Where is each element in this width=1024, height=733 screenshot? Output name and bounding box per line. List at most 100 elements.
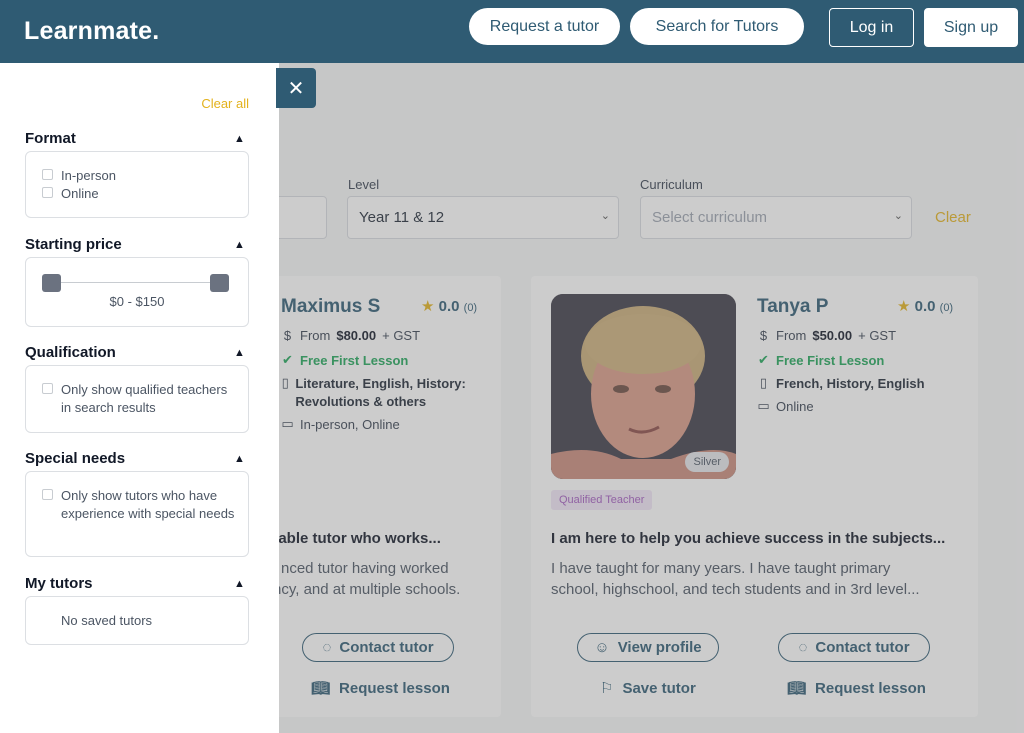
price-box: $0 - $150 <box>25 257 249 327</box>
price-prefix: From <box>776 328 807 343</box>
free-lesson-text: Free First Lesson <box>300 352 409 368</box>
contact-tutor-button[interactable]: ◌ Contact tutor <box>778 633 930 662</box>
view-profile-button[interactable]: ☺ View profile <box>577 633 719 662</box>
tutor-rating: ★ 0.0 (0) <box>897 297 953 315</box>
tier-badge: Silver <box>685 452 729 472</box>
book-open-icon: 📖︎ <box>311 680 331 697</box>
free-lesson-row: ✔ Free First Lesson <box>281 352 408 368</box>
format-title[interactable]: Format <box>25 130 76 147</box>
level-select[interactable]: Year 11 & 12 ⌄ <box>347 196 619 239</box>
format-option-in-person[interactable]: In-person <box>42 167 116 185</box>
subjects-text: French, History, English <box>776 375 925 391</box>
my-tutors-title[interactable]: My tutors <box>25 575 93 592</box>
view-profile-label: View profile <box>617 639 702 656</box>
dollar-icon: $ <box>283 328 292 343</box>
price-max-handle[interactable] <box>210 274 229 292</box>
chat-icon: ◌ <box>798 639 808 656</box>
mode-text: In-person, Online <box>300 416 400 432</box>
subjects-text: Literature, English, History: Revolution… <box>295 376 466 409</box>
free-lesson-row: ✔ Free First Lesson <box>757 352 884 368</box>
level-value: Year 11 & 12 <box>359 209 445 226</box>
special-needs-option[interactable]: Only show tutors who have experience wit… <box>42 487 238 523</box>
option-label: Online <box>61 186 99 201</box>
clear-all-link[interactable]: Clear all <box>201 96 249 111</box>
chevron-up-icon[interactable]: ▲ <box>234 453 245 465</box>
chat-icon: ▭ <box>281 416 294 431</box>
tutor-headline: I am here to help you achieve success in… <box>551 530 946 547</box>
tutor-photo[interactable]: Silver <box>551 294 736 479</box>
request-tutor-button[interactable]: Request a tutor <box>469 8 620 45</box>
dollar-icon: $ <box>759 328 768 343</box>
format-option-online[interactable]: Online <box>42 185 99 203</box>
price-value: $50.00 <box>812 328 853 343</box>
curriculum-placeholder: Select curriculum <box>652 209 768 226</box>
qualification-title[interactable]: Qualification <box>25 344 116 361</box>
chevron-up-icon[interactable]: ▲ <box>234 578 245 590</box>
chat-icon: ◌ <box>322 639 332 656</box>
mode-row: ▭ Online <box>757 398 814 414</box>
tutor-rating: ★ 0.0 (0) <box>421 297 477 315</box>
checkbox[interactable] <box>42 169 53 180</box>
search-tutors-button[interactable]: Search for Tutors <box>630 8 804 45</box>
mode-row: ▭ In-person, Online <box>281 416 400 432</box>
chevron-up-icon[interactable]: ▲ <box>234 347 245 359</box>
filter-sidebar: Clear all Format ▲ In-person Online Star… <box>0 63 279 733</box>
clear-filters-link[interactable]: Clear <box>935 209 971 226</box>
book-open-icon: 📖︎ <box>787 680 807 697</box>
contact-tutor-button[interactable]: ◌ Contact tutor <box>302 633 454 662</box>
subjects-row: ▯ Literature, English, History: Revoluti… <box>281 375 491 411</box>
free-lesson-text: Free First Lesson <box>776 352 885 368</box>
contact-label: Contact tutor <box>339 639 434 656</box>
request-lesson-link[interactable]: 📖︎ Request lesson <box>311 679 450 698</box>
chevron-up-icon[interactable]: ▲ <box>234 133 245 145</box>
save-tutor-link[interactable]: ⚐ Save tutor <box>600 679 696 698</box>
bookmark-icon: ⚐ <box>600 680 614 697</box>
price-value: $80.00 <box>336 328 377 343</box>
tutor-name[interactable]: Maximus S <box>281 296 380 318</box>
top-nav: Learnmate. Request a tutor Search for Tu… <box>0 0 1024 63</box>
option-label: Only show tutors who have experience wit… <box>61 488 235 521</box>
level-label: Level <box>348 177 380 192</box>
check-circle-icon: ✔ <box>758 352 769 367</box>
checkbox[interactable] <box>42 489 53 500</box>
request-lesson-link[interactable]: 📖︎ Request lesson <box>787 679 926 698</box>
special-needs-box: Only show tutors who have experience wit… <box>25 471 249 557</box>
check-circle-icon: ✔ <box>282 352 293 367</box>
tutor-description: I have taught for many years. I have tau… <box>551 558 920 600</box>
tutor-name[interactable]: Tanya P <box>757 296 828 318</box>
desc-line: school, highschool, and tech students an… <box>551 581 920 598</box>
tutor-description: nced tutor having worked ncy, and at mul… <box>273 558 460 600</box>
tutor-headline: eable tutor who works... <box>270 530 441 547</box>
checkbox[interactable] <box>42 383 53 394</box>
subjects-row: ▯ French, History, English <box>757 375 925 391</box>
logo[interactable]: Learnmate. <box>24 17 159 46</box>
user-icon: ☺ <box>594 639 610 656</box>
qualified-teacher-badge: Qualified Teacher <box>551 490 653 510</box>
special-needs-title[interactable]: Special needs <box>25 450 125 467</box>
price-min-handle[interactable] <box>42 274 61 292</box>
review-count: (0) <box>939 302 954 314</box>
request-label: Request lesson <box>339 679 450 697</box>
book-icon: ▯ <box>759 375 768 390</box>
chat-icon: ▭ <box>757 398 770 413</box>
price-suffix: + GST <box>858 328 897 343</box>
signup-button[interactable]: Sign up <box>924 8 1018 47</box>
close-filters-icon[interactable]: ✕ <box>276 68 316 108</box>
login-button[interactable]: Log in <box>829 8 914 47</box>
curriculum-select[interactable]: Select curriculum ⌄ <box>640 196 912 239</box>
desc-line: nced tutor having worked <box>281 560 449 577</box>
contact-label: Contact tutor <box>815 639 910 656</box>
chevron-up-icon[interactable]: ▲ <box>234 239 245 251</box>
checkbox[interactable] <box>42 187 53 198</box>
rating-value: 0.0 <box>438 298 460 315</box>
starting-price-title[interactable]: Starting price <box>25 236 122 253</box>
rating-value: 0.0 <box>914 298 936 315</box>
qualified-only-option[interactable]: Only show qualified teachers in search r… <box>42 381 232 417</box>
chevron-down-icon: ⌄ <box>893 210 903 222</box>
my-tutors-box: No saved tutors <box>25 596 249 645</box>
desc-line: I have taught for many years. I have tau… <box>551 560 891 577</box>
price-slider-track[interactable] <box>52 282 218 283</box>
price-row: $ From $80.00 + GST <box>281 328 420 343</box>
star-icon: ★ <box>897 298 911 315</box>
mode-text: Online <box>776 398 814 414</box>
